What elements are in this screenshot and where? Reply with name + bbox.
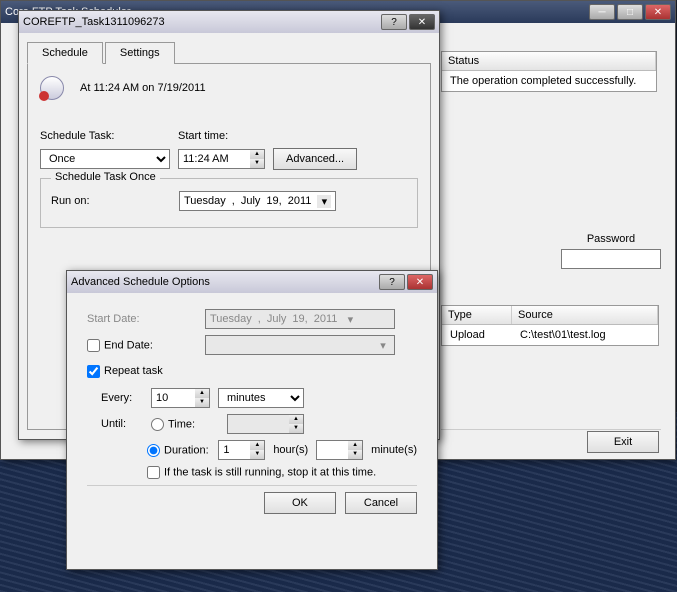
start-date-field: Tuesday, July 19, 2011 ▾ bbox=[205, 309, 395, 329]
start-time-spinner[interactable]: ▲▼ bbox=[178, 149, 265, 169]
password-field[interactable] bbox=[561, 249, 661, 269]
spin-down[interactable]: ▼ bbox=[250, 159, 264, 168]
close-button[interactable]: ✕ bbox=[407, 274, 433, 290]
transfer-table: Type Source Upload C:\test\01\test.log bbox=[441, 305, 659, 346]
duration-minutes-spinner[interactable]: ▲▼ bbox=[316, 440, 363, 460]
status-message: The operation completed successfully. bbox=[444, 73, 654, 89]
until-label: Until: bbox=[101, 418, 143, 430]
minutes-label: minute(s) bbox=[371, 444, 417, 456]
schedule-icon bbox=[40, 76, 64, 100]
password-label: Password bbox=[561, 233, 661, 245]
col-type: Type bbox=[442, 306, 512, 324]
chevron-down-icon: ▾ bbox=[376, 339, 390, 352]
duration-hours-input[interactable] bbox=[218, 440, 250, 460]
tab-strip: Schedule Settings bbox=[27, 41, 431, 64]
cancel-button[interactable]: Cancel bbox=[345, 492, 417, 514]
chevron-down-icon[interactable]: ▾ bbox=[317, 195, 331, 208]
repeat-label: Repeat task bbox=[104, 365, 163, 377]
stop-if-running-checkbox[interactable] bbox=[147, 466, 160, 479]
tab-settings[interactable]: Settings bbox=[105, 42, 175, 64]
ok-button[interactable]: OK bbox=[264, 492, 336, 514]
until-time-input[interactable] bbox=[227, 414, 289, 434]
close-button[interactable]: ✕ bbox=[409, 14, 435, 30]
until-time-radio[interactable] bbox=[151, 418, 164, 431]
schedule-title: COREFTP_Task1311096273 bbox=[23, 16, 381, 28]
schedule-once-group: Schedule Task Once Run on: Tuesday, July… bbox=[40, 178, 418, 228]
every-value[interactable] bbox=[151, 388, 195, 408]
maximize-button[interactable]: □ bbox=[617, 4, 643, 20]
duration-minutes-input[interactable] bbox=[316, 440, 348, 460]
minimize-button[interactable]: ─ bbox=[589, 4, 615, 20]
help-button[interactable]: ? bbox=[379, 274, 405, 290]
every-unit-select[interactable]: minutes bbox=[218, 388, 304, 408]
cell-type: Upload bbox=[444, 327, 514, 343]
titlebar-advanced[interactable]: Advanced Schedule Options ? ✕ bbox=[67, 271, 437, 293]
group-title: Schedule Task Once bbox=[51, 171, 160, 183]
window-advanced: Advanced Schedule Options ? ✕ Start Date… bbox=[66, 270, 438, 570]
col-status: Status bbox=[442, 52, 656, 70]
col-source: Source bbox=[512, 306, 658, 324]
hours-label: hour(s) bbox=[273, 444, 308, 456]
every-spinner[interactable]: ▲▼ bbox=[151, 388, 210, 408]
until-duration-radio[interactable] bbox=[147, 444, 160, 457]
help-button[interactable]: ? bbox=[381, 14, 407, 30]
chevron-down-icon: ▾ bbox=[343, 313, 357, 326]
cell-source: C:\test\01\test.log bbox=[514, 327, 612, 343]
repeat-task-checkbox[interactable] bbox=[87, 365, 100, 378]
every-label: Every: bbox=[101, 392, 143, 404]
end-date-label: End Date: bbox=[104, 339, 153, 351]
start-time-label: Start time: bbox=[178, 130, 258, 142]
status-table: Status The operation completed successfu… bbox=[441, 51, 657, 92]
schedule-summary: At 11:24 AM on 7/19/2011 bbox=[80, 82, 206, 94]
schedule-task-select[interactable]: Once bbox=[40, 149, 170, 169]
spin-up[interactable]: ▲ bbox=[250, 150, 264, 159]
tab-schedule[interactable]: Schedule bbox=[27, 42, 103, 64]
schedule-task-label: Schedule Task: bbox=[40, 130, 170, 142]
duration-hours-spinner[interactable]: ▲▼ bbox=[218, 440, 265, 460]
end-date-checkbox[interactable] bbox=[87, 339, 100, 352]
run-on-label: Run on: bbox=[51, 195, 171, 207]
until-time-spinner[interactable]: ▲▼ bbox=[227, 414, 304, 434]
titlebar-schedule[interactable]: COREFTP_Task1311096273 ? ✕ bbox=[19, 11, 439, 33]
run-on-date[interactable]: Tuesday, July 19, 2011 ▾ bbox=[179, 191, 336, 211]
stop-label: If the task is still running, stop it at… bbox=[164, 466, 376, 478]
start-time-input[interactable] bbox=[178, 149, 250, 169]
end-date-field: ▾ bbox=[205, 335, 395, 355]
start-date-label: Start Date: bbox=[87, 313, 197, 325]
advanced-button[interactable]: Advanced... bbox=[273, 148, 357, 170]
table-row[interactable]: Upload C:\test\01\test.log bbox=[444, 327, 656, 343]
close-button[interactable]: ✕ bbox=[645, 4, 671, 20]
advanced-title: Advanced Schedule Options bbox=[71, 276, 379, 288]
exit-button[interactable]: Exit bbox=[587, 431, 659, 453]
